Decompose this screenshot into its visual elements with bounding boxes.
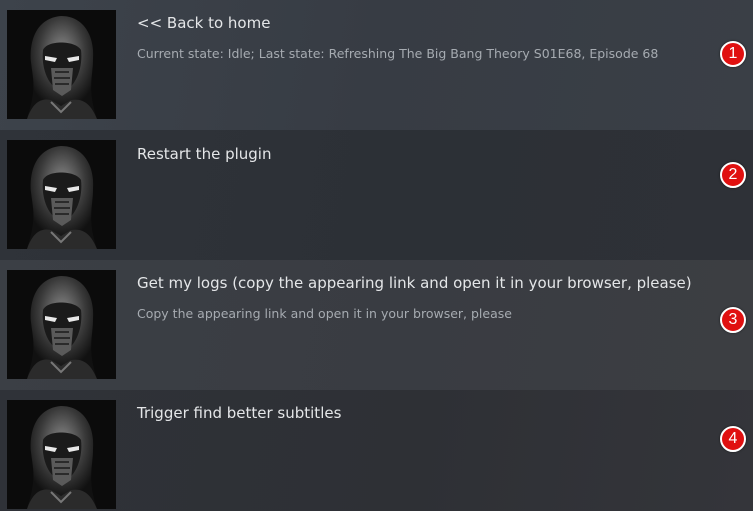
number-badge: 2 — [720, 162, 746, 188]
number-badge: 1 — [720, 41, 746, 67]
item-title: << Back to home — [137, 14, 271, 32]
item-subtitle: Copy the appearing link and open it in y… — [137, 306, 512, 321]
ninja-thumbnail-image — [7, 140, 116, 249]
list-item-find-better-subtitles[interactable]: Trigger find better subtitles 4 — [0, 390, 753, 511]
item-title: Restart the plugin — [137, 145, 272, 163]
list-item-back-to-home[interactable]: << Back to home Current state: Idle; Las… — [0, 0, 753, 130]
number-badge: 4 — [720, 426, 746, 452]
list-item-restart-plugin[interactable]: Restart the plugin 2 — [0, 130, 753, 260]
number-badge: 3 — [720, 307, 746, 333]
ninja-thumbnail-image — [7, 270, 116, 379]
menu-list: << Back to home Current state: Idle; Las… — [0, 0, 753, 511]
item-title: Get my logs (copy the appearing link and… — [137, 274, 692, 292]
ninja-thumbnail-image — [7, 400, 116, 509]
item-title: Trigger find better subtitles — [137, 404, 342, 422]
ninja-thumbnail-image — [7, 10, 116, 119]
item-subtitle: Current state: Idle; Last state: Refresh… — [137, 46, 659, 61]
list-item-get-logs[interactable]: Get my logs (copy the appearing link and… — [0, 260, 753, 390]
